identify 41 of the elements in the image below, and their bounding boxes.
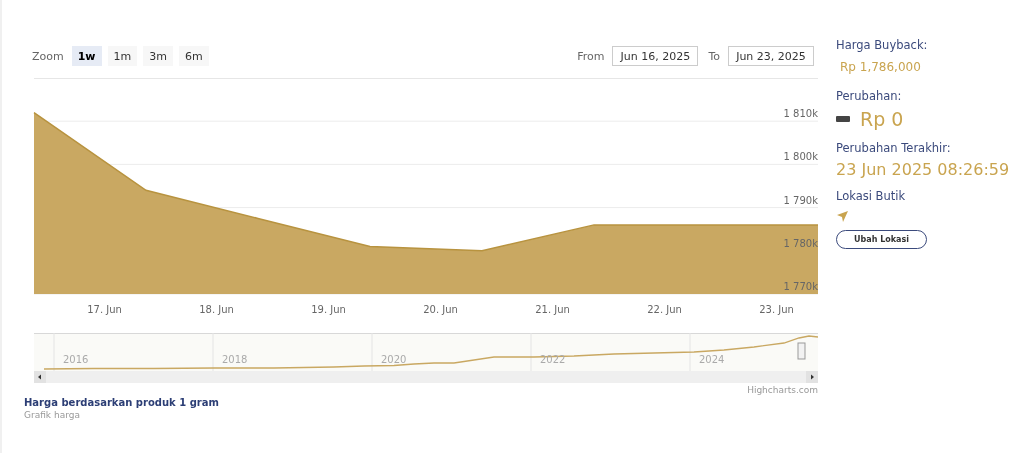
zoom-button[interactable]: 1w <box>71 46 102 66</box>
zoom-label: Zoom <box>32 49 64 63</box>
location-label: Lokasi Butik <box>836 189 906 203</box>
y-axis-label: 1 780k <box>783 237 818 249</box>
x-axis-label: 22. Jun <box>647 304 682 315</box>
year-label: 2020 <box>381 354 407 365</box>
year-label: 2024 <box>699 354 725 365</box>
x-axis-label: 17. Jun <box>87 304 122 315</box>
change-label: Perubahan: <box>836 89 902 103</box>
y-axis-label: 1 810k <box>783 108 818 120</box>
y-axis-label: 1 790k <box>783 194 818 206</box>
dash-icon <box>836 116 850 122</box>
x-axis-label: 19. Jun <box>311 304 346 315</box>
x-axis-label: 20. Jun <box>423 304 458 315</box>
buyback-label: Harga Buyback: <box>836 38 928 52</box>
year-label: 2018 <box>222 354 248 365</box>
x-axis-label: 18. Jun <box>199 304 234 315</box>
y-axis-label: 1 800k <box>783 151 818 163</box>
scroll-right-button[interactable] <box>806 371 818 383</box>
from-date-field[interactable]: Jun 16, 2025 <box>612 46 699 66</box>
year-label: 2016 <box>63 354 89 365</box>
last-change-time: 23 Jun 2025 08:26:59 <box>836 160 1010 179</box>
zoom-button[interactable]: 3m <box>143 46 173 66</box>
y-axis-label: 1 770k <box>783 281 818 292</box>
x-axis-label: 23. Jun <box>759 304 794 315</box>
buyback-price: Rp 1,786,000 <box>840 60 921 74</box>
from-label: From <box>577 49 605 63</box>
zoom-button[interactable]: 6m <box>179 46 209 66</box>
to-label: To <box>708 49 720 63</box>
x-axis-label: 21. Jun <box>535 304 570 315</box>
chart-subtitle: Grafik harga <box>23 410 81 420</box>
navigator-handle[interactable] <box>797 342 806 360</box>
location-arrow-icon <box>836 210 849 223</box>
to-date-field[interactable]: Jun 23, 2025 <box>728 46 814 66</box>
last-change-label: Perubahan Terakhir: <box>836 141 951 155</box>
year-label: 2022 <box>540 354 566 365</box>
zoom-button[interactable]: 1m <box>107 46 138 66</box>
chart-caption: Harga berdasarkan produk 1 gram <box>23 397 220 408</box>
scroll-left-button[interactable] <box>34 371 46 383</box>
change-value: Rp 0 <box>860 108 904 130</box>
change-location-button[interactable]: Ubah Lokasi <box>836 230 927 249</box>
